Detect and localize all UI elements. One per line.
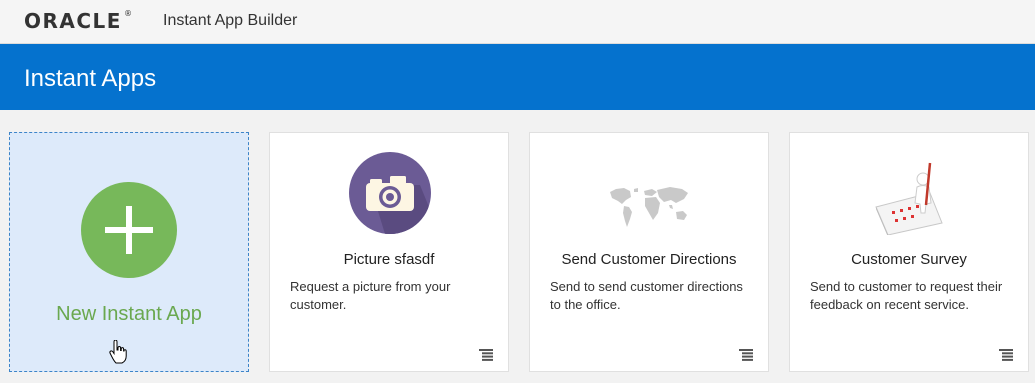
menu-lines-icon[interactable] <box>999 349 1013 361</box>
oracle-logo[interactable]: ORACLE ® <box>24 9 133 33</box>
menu-lines-icon[interactable] <box>479 349 493 361</box>
app-card-directions[interactable]: Send Customer Directions Send to send cu… <box>529 132 769 372</box>
survey-icon <box>875 162 943 235</box>
new-instant-app-label: New Instant App <box>56 303 202 325</box>
plus-icon <box>81 182 177 278</box>
card-description: Request a picture from your customer. <box>290 279 451 312</box>
new-instant-app-card[interactable]: New Instant App <box>9 132 249 372</box>
menu-lines-icon[interactable] <box>739 349 753 361</box>
card-title: Customer Survey <box>851 251 967 268</box>
logo-text: ORACLE <box>24 9 122 33</box>
app-title: Instant App Builder <box>163 12 298 29</box>
top-bar: ORACLE ® Instant App Builder <box>0 0 1035 44</box>
registered-mark: ® <box>123 9 134 19</box>
card-description: Send to customer to request their feedba… <box>810 279 1003 312</box>
page-banner: Instant Apps <box>0 44 1035 110</box>
world-map-icon <box>610 187 688 227</box>
hand-cursor-icon <box>109 340 127 364</box>
app-card-picture[interactable]: Picture sfasdf Request a picture from yo… <box>269 132 509 372</box>
page-title: Instant Apps <box>24 65 157 92</box>
app-card-survey[interactable]: Customer Survey Send to customer to requ… <box>789 132 1029 372</box>
camera-icon <box>349 152 431 234</box>
card-title: Picture sfasdf <box>343 251 435 268</box>
card-title: Send Customer Directions <box>561 251 737 268</box>
card-description: Send to send customer directions to the … <box>550 279 743 312</box>
